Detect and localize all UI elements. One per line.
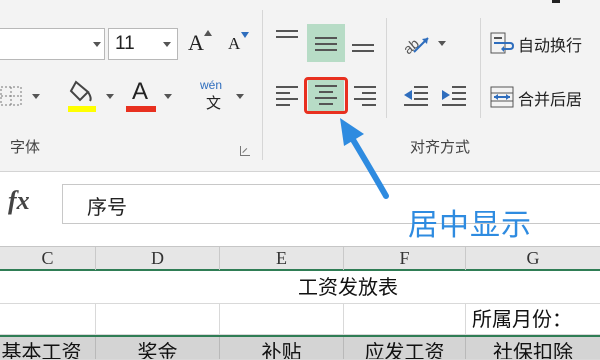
font-group-label: 字体 bbox=[10, 138, 41, 156]
cell[interactable] bbox=[0, 271, 96, 303]
align-line bbox=[362, 92, 376, 94]
borders-icon bbox=[0, 86, 22, 106]
caret-down-icon bbox=[241, 32, 249, 38]
wrap-text-icon bbox=[490, 32, 514, 54]
sheet-title-cell[interactable]: 工资发放表 bbox=[96, 271, 600, 303]
align-right-button[interactable] bbox=[354, 84, 378, 108]
table-header-cell[interactable]: 社保扣除 bbox=[466, 337, 600, 359]
svg-text:ab: ab bbox=[400, 35, 422, 56]
decrease-indent-icon bbox=[404, 86, 428, 106]
column-header-g[interactable]: G bbox=[466, 247, 600, 270]
phonetic-top-text: wén bbox=[200, 78, 223, 92]
align-line bbox=[276, 30, 298, 32]
align-line bbox=[315, 49, 337, 51]
formula-value[interactable]: 序号 bbox=[87, 191, 127, 220]
merge-center-label: 合并后居 bbox=[518, 90, 583, 109]
chevron-down-icon[interactable] bbox=[106, 94, 114, 99]
orientation-icon: ab bbox=[400, 35, 429, 56]
increase-indent-icon bbox=[442, 86, 466, 106]
align-line bbox=[315, 37, 337, 39]
merge-cells-icon bbox=[490, 86, 514, 108]
chevron-down-icon[interactable] bbox=[438, 41, 446, 46]
align-line bbox=[352, 50, 374, 52]
align-line bbox=[276, 36, 298, 38]
align-line bbox=[276, 104, 290, 106]
borders-button[interactable] bbox=[0, 82, 44, 110]
grow-font-icon: A bbox=[188, 30, 204, 55]
orientation-button[interactable]: ab bbox=[400, 28, 450, 58]
paint-bucket-icon bbox=[68, 80, 96, 112]
cell[interactable] bbox=[0, 304, 96, 334]
ribbon-top-strip bbox=[270, 0, 600, 4]
column-header-d[interactable]: D bbox=[96, 247, 220, 270]
font-name-combobox[interactable] bbox=[0, 28, 105, 60]
align-middle-button[interactable] bbox=[307, 24, 345, 62]
increase-indent-button[interactable] bbox=[440, 84, 468, 108]
table-row-month: 所属月份： bbox=[0, 304, 600, 335]
highlight-box bbox=[304, 77, 348, 114]
font-color-icon: A bbox=[132, 78, 149, 105]
decrease-indent-button[interactable] bbox=[402, 84, 430, 108]
chevron-down-icon[interactable] bbox=[163, 42, 171, 47]
column-header-c[interactable]: C bbox=[0, 247, 96, 270]
ribbon: 11 A A A wén 文 字体 ab 自动换行 合并后居 对齐方式 bbox=[0, 0, 600, 172]
column-header-row: C D E F G bbox=[0, 246, 600, 271]
font-size-value[interactable]: 11 bbox=[115, 33, 135, 55]
align-line bbox=[354, 98, 376, 100]
column-header-e[interactable]: E bbox=[220, 247, 344, 270]
fx-icon: fx bbox=[8, 186, 30, 215]
table-header-row: 基本工资 奖金 补贴 应发工资 社保扣除 bbox=[0, 335, 600, 360]
chevron-down-icon[interactable] bbox=[164, 94, 172, 99]
font-color-swatch bbox=[126, 106, 156, 112]
shrink-font-icon: A bbox=[228, 34, 241, 53]
chevron-down-icon[interactable] bbox=[93, 42, 101, 47]
shrink-font-button[interactable]: A bbox=[226, 32, 252, 58]
font-dialog-launcher-icon[interactable] bbox=[240, 146, 250, 156]
wrap-text-button[interactable]: 自动换行 bbox=[490, 28, 600, 58]
phonetic-guide-button[interactable]: wén 文 bbox=[200, 78, 252, 114]
cell[interactable] bbox=[96, 304, 220, 334]
align-line bbox=[276, 92, 290, 94]
month-label-cell[interactable]: 所属月份： bbox=[466, 304, 600, 334]
align-line bbox=[362, 104, 376, 106]
table-header-cell[interactable]: 补贴 bbox=[220, 337, 344, 359]
cell[interactable] bbox=[344, 304, 466, 334]
fill-color-button[interactable] bbox=[66, 78, 118, 114]
font-size-combobox[interactable]: 11 bbox=[108, 28, 178, 60]
group-divider bbox=[386, 18, 387, 118]
table-header-cell[interactable]: 应发工资 bbox=[344, 337, 466, 359]
table-row-title: 工资发放表 bbox=[0, 271, 600, 304]
group-divider bbox=[480, 18, 481, 118]
align-line bbox=[352, 44, 374, 46]
grow-font-button[interactable]: A bbox=[186, 30, 214, 58]
cell[interactable] bbox=[220, 304, 344, 334]
align-line bbox=[354, 86, 376, 88]
phonetic-bottom-text: 文 bbox=[206, 94, 222, 112]
table-header-cell[interactable]: 基本工资 bbox=[0, 337, 96, 359]
tab-indicator bbox=[552, 0, 560, 3]
fill-color-swatch bbox=[68, 106, 96, 112]
caret-up-icon bbox=[204, 30, 212, 36]
align-line bbox=[315, 43, 337, 45]
align-bottom-button[interactable] bbox=[352, 30, 378, 58]
align-line bbox=[276, 86, 298, 88]
group-divider bbox=[262, 10, 263, 160]
table-header-cell[interactable]: 奖金 bbox=[96, 337, 220, 359]
align-left-button[interactable] bbox=[276, 84, 300, 108]
chevron-down-icon[interactable] bbox=[236, 94, 244, 99]
align-line bbox=[276, 98, 298, 100]
wrap-text-label: 自动换行 bbox=[518, 36, 583, 55]
insert-function-button[interactable]: fx bbox=[0, 182, 52, 222]
annotation-arrow bbox=[340, 118, 389, 199]
annotation-label: 居中显示 bbox=[408, 208, 532, 243]
merge-center-button[interactable]: 合并后居 bbox=[490, 82, 600, 112]
alignment-group-label: 对齐方式 bbox=[410, 138, 471, 156]
align-top-button[interactable] bbox=[276, 26, 300, 56]
column-header-f[interactable]: F bbox=[344, 247, 466, 270]
chevron-down-icon[interactable] bbox=[32, 94, 40, 99]
font-color-button[interactable]: A bbox=[126, 78, 176, 114]
